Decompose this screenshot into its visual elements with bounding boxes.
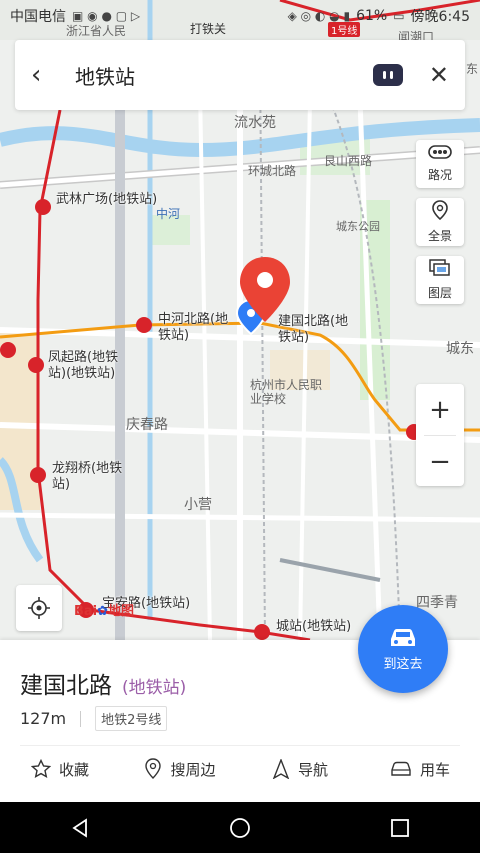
station-label[interactable]: 建国北路(地铁站)	[278, 314, 358, 346]
action-bar: 收藏 搜周边 导航 用车	[0, 758, 480, 780]
station-label[interactable]: 中河北路(地铁站)	[158, 312, 236, 344]
station-label[interactable]: 城站(地铁站)	[276, 619, 351, 635]
panorama-label: 全景	[427, 229, 452, 243]
road-label: 环城北路	[248, 164, 297, 178]
layers-icon	[429, 259, 451, 281]
place-label: 杭州市人民职业学校	[250, 378, 323, 406]
search-query[interactable]: 地铁站	[75, 61, 373, 90]
go-here-button[interactable]: 到这去	[358, 605, 448, 693]
place-label: 城东公园	[336, 220, 380, 233]
zoom-in-button[interactable]: +	[416, 384, 464, 435]
favorite-label: 收藏	[58, 760, 89, 779]
voice-assistant-icon[interactable]	[372, 64, 403, 86]
battery-icon: ▭	[393, 9, 405, 23]
navigate-icon	[272, 759, 290, 779]
place-name: 建国北路	[20, 673, 112, 699]
pin-icon	[145, 758, 162, 779]
place-label: 城东	[446, 341, 474, 357]
metro-line-tag: 地铁2号线	[95, 706, 168, 731]
pin-icon	[432, 200, 448, 224]
river-label: 中河	[156, 207, 181, 221]
distance: 127m	[20, 709, 67, 728]
place-type: (地铁站)	[122, 678, 187, 698]
panorama-button[interactable]: 全景	[416, 198, 464, 246]
favorite-button[interactable]: 收藏	[0, 758, 120, 780]
layers-button[interactable]: 图层	[416, 256, 464, 304]
place-label: 东	[466, 62, 479, 76]
system-nav-bar	[0, 802, 480, 853]
status-bar: 中国电信 ▣ ◉ ● ▢ ▷ ◈ ◎ ◐ ◒ ▮ 61% ▭ 傍晚6:45	[0, 0, 480, 32]
close-icon[interactable]: ✕	[429, 61, 449, 89]
logo-paw-icon: ✿	[97, 604, 109, 619]
search-bar[interactable]: ‹ 地铁站 ✕	[15, 40, 465, 110]
clock: 傍晚6:45	[410, 9, 470, 25]
layers-label: 图层	[427, 286, 452, 300]
signal-icons: ◈ ◎ ◐ ◒ ▮	[287, 9, 351, 23]
station-label[interactable]: 武林广场(地铁站)	[56, 192, 157, 208]
go-here-label: 到这去	[383, 656, 423, 672]
triangle-back-icon	[72, 817, 87, 838]
navigate-label: 导航	[297, 760, 328, 779]
ride-button[interactable]: 用车	[360, 758, 480, 780]
ride-label: 用车	[419, 760, 450, 779]
recents-nav-button[interactable]	[380, 808, 420, 848]
meta-divider	[80, 710, 82, 727]
home-nav-button[interactable]	[220, 808, 260, 848]
locate-icon	[28, 597, 50, 619]
road-label: 庆春路	[126, 417, 168, 433]
station-label[interactable]: 龙翔桥(地铁站)	[52, 461, 130, 493]
battery-level: 61%	[356, 8, 388, 24]
road-label: 艮山西路	[324, 154, 373, 168]
zoom-control: + −	[416, 384, 464, 486]
station-label[interactable]: 凤起路(地铁站)(地铁站)	[48, 350, 126, 382]
logo-text: 地图	[108, 604, 135, 619]
navigate-button[interactable]: 导航	[240, 758, 360, 780]
place-label: 小营	[184, 497, 212, 513]
place-label: 流水苑	[234, 115, 276, 131]
carrier-label: 中国电信	[10, 9, 66, 25]
baidu-logo: Bai✿地图	[74, 600, 134, 619]
home-circle-icon	[230, 817, 250, 838]
star-icon	[30, 759, 51, 778]
zoom-out-button[interactable]: −	[416, 436, 464, 487]
my-location-button[interactable]	[16, 585, 62, 631]
car-icon	[391, 761, 411, 776]
traffic-icon	[428, 145, 452, 163]
traffic-label: 路况	[427, 168, 452, 182]
panel-divider	[20, 745, 460, 746]
square-recents-icon	[391, 818, 409, 837]
notification-icons: ▣ ◉ ● ▢ ▷	[72, 9, 141, 23]
back-icon[interactable]: ‹	[31, 60, 61, 90]
search-nearby-button[interactable]: 搜周边	[120, 758, 240, 780]
car-icon	[391, 628, 415, 646]
search-nearby-label: 搜周边	[170, 760, 216, 779]
traffic-button[interactable]: 路况	[416, 140, 464, 188]
back-nav-button[interactable]	[60, 808, 100, 848]
logo-bai: Bai	[74, 604, 98, 619]
